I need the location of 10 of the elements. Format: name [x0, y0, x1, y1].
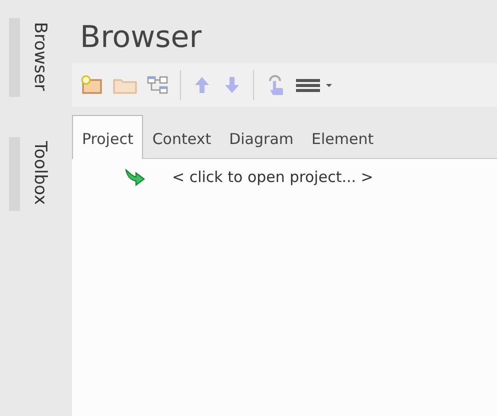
tab[interactable]: Project [72, 115, 144, 159]
tab[interactable]: Diagram [220, 118, 302, 158]
hierarchy-icon[interactable] [146, 74, 170, 96]
tab[interactable]: Element [302, 118, 383, 158]
side-tab[interactable]: Toolbox [9, 136, 50, 211]
new-folder-icon[interactable] [80, 74, 104, 96]
tab[interactable]: Context [143, 118, 220, 158]
panel-title: Browser [79, 19, 202, 57]
side-tab[interactable]: Browser [9, 18, 50, 97]
open-project-link[interactable]: < click to open project... > [172, 168, 374, 186]
